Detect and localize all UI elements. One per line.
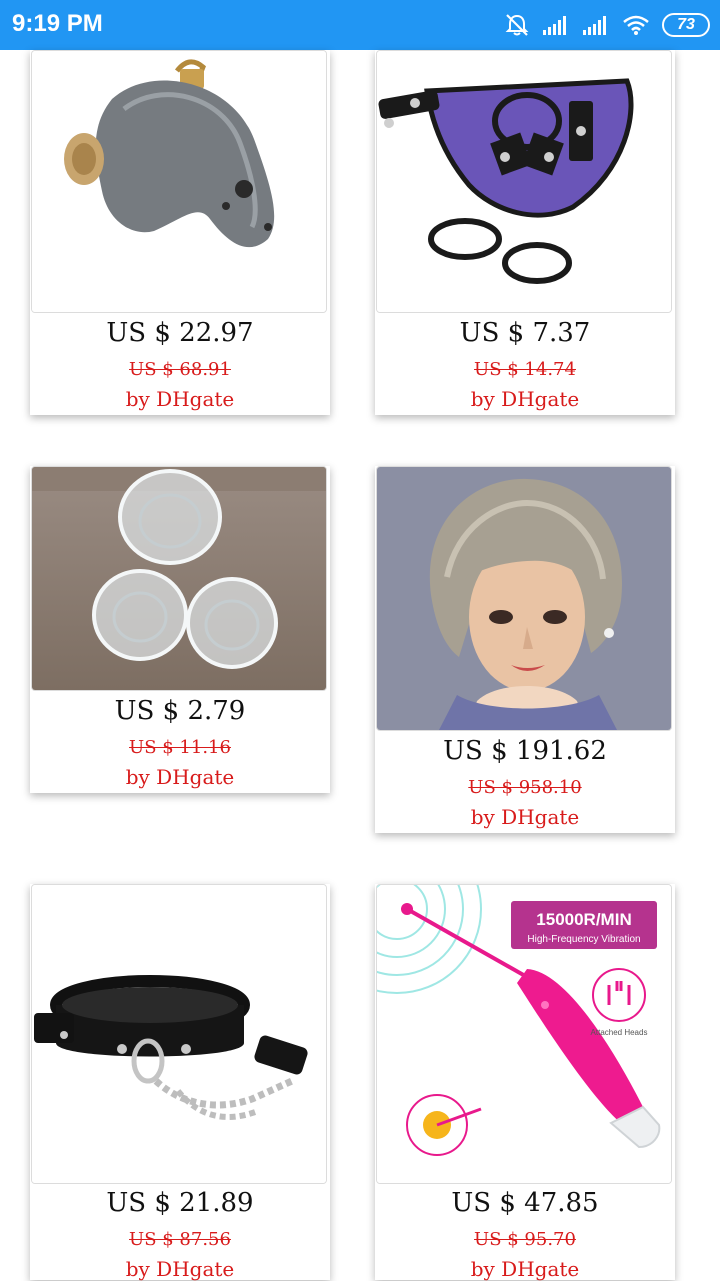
product-price: US $ 2.79	[114, 696, 246, 726]
product-seller: by DHgate	[125, 387, 235, 411]
battery-icon: 73	[662, 13, 710, 37]
product-price: US $ 47.85	[451, 1188, 599, 1218]
badge-title: 15000R/MIN	[536, 910, 631, 929]
signal-icon	[583, 16, 606, 35]
product-seller: by DHgate	[125, 1257, 235, 1281]
product-card[interactable]: US $ 191.62 US $ 958.10 by DHgate	[375, 466, 675, 833]
status-bar: 9:19 PM 73	[0, 0, 720, 50]
product-seller: by DHgate	[125, 765, 235, 789]
product-price: US $ 21.89	[106, 1188, 254, 1218]
product-card[interactable]: US $ 21.89 US $ 87.56 by DHgate	[30, 884, 330, 1281]
product-original-price: US $ 11.16	[129, 737, 231, 758]
notifications-off-icon	[505, 14, 529, 36]
product-card[interactable]: US $ 7.37 US $ 14.74 by DHgate	[375, 50, 675, 415]
product-original-price: US $ 87.56	[129, 1229, 231, 1250]
product-image[interactable]	[31, 50, 327, 313]
wifi-icon	[623, 15, 649, 35]
heads-caption: Attached Heads	[591, 1028, 648, 1037]
product-image[interactable]	[376, 466, 672, 731]
product-original-price: US $ 14.74	[474, 359, 576, 380]
product-original-price: US $ 68.91	[129, 359, 231, 380]
product-original-price: US $ 958.10	[468, 777, 582, 798]
product-original-price: US $ 95.70	[474, 1229, 576, 1250]
status-icons: 73	[504, 12, 710, 38]
signal-icon	[543, 16, 566, 35]
product-price: US $ 191.62	[443, 736, 607, 766]
product-card[interactable]: US $ 2.79 US $ 11.16 by DHgate	[30, 466, 330, 793]
product-price: US $ 22.97	[106, 318, 254, 348]
product-card[interactable]: 15000R/MIN High-Frequency Vibration Atta…	[375, 884, 675, 1281]
product-card[interactable]: US $ 22.97 US $ 68.91 by DHgate	[30, 50, 330, 415]
product-seller: by DHgate	[470, 805, 580, 829]
product-price: US $ 7.37	[459, 318, 591, 348]
badge-subtitle: High-Frequency Vibration	[527, 934, 640, 945]
product-image[interactable]: 15000R/MIN High-Frequency Vibration Atta…	[376, 884, 672, 1184]
status-time: 9:19 PM	[12, 10, 103, 37]
battery-level: 73	[677, 16, 695, 33]
product-image[interactable]	[31, 884, 327, 1184]
product-seller: by DHgate	[470, 1257, 580, 1281]
product-image[interactable]	[376, 50, 672, 313]
product-image[interactable]	[31, 466, 327, 691]
product-seller: by DHgate	[470, 387, 580, 411]
